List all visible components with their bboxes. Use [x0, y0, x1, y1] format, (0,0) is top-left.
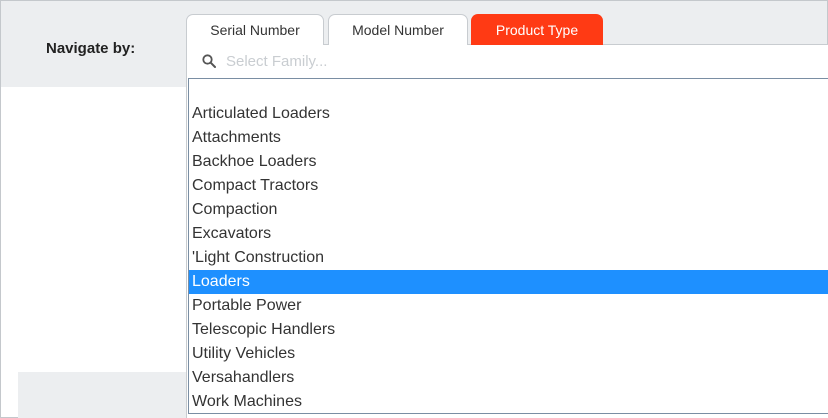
list-item[interactable]: Telescopic Handlers	[189, 318, 828, 342]
list-item[interactable]: Compact Tractors	[189, 174, 828, 198]
family-search-input[interactable]	[226, 49, 806, 73]
tab-product-type[interactable]: Product Type	[471, 14, 603, 45]
list-item[interactable]: Work Machines	[189, 390, 828, 414]
navigate-by-label: Navigate by:	[46, 40, 136, 57]
list-item[interactable]: Versahandlers	[189, 366, 828, 390]
list-item[interactable]: 'Light Construction	[189, 246, 828, 270]
family-listbox[interactable]: Articulated Loaders Attachments Backhoe Lo…	[188, 78, 828, 414]
bottom-band	[18, 372, 190, 418]
list-item[interactable]: Utility Vehicles	[189, 342, 828, 366]
list-item[interactable]: Excavators	[189, 222, 828, 246]
family-search	[186, 45, 828, 77]
list-item[interactable]: Portable Power	[189, 294, 828, 318]
tab-serial-number[interactable]: Serial Number	[186, 14, 324, 45]
list-item-selected[interactable]: Loaders	[189, 270, 828, 294]
list-item[interactable]: Backhoe Loaders	[189, 150, 828, 174]
list-item[interactable]: Compaction	[189, 198, 828, 222]
list-item[interactable]: Articulated Loaders	[189, 102, 828, 126]
list-item[interactable]: Attachments	[189, 126, 828, 150]
tab-model-number[interactable]: Model Number	[328, 14, 468, 45]
search-icon	[202, 54, 216, 68]
